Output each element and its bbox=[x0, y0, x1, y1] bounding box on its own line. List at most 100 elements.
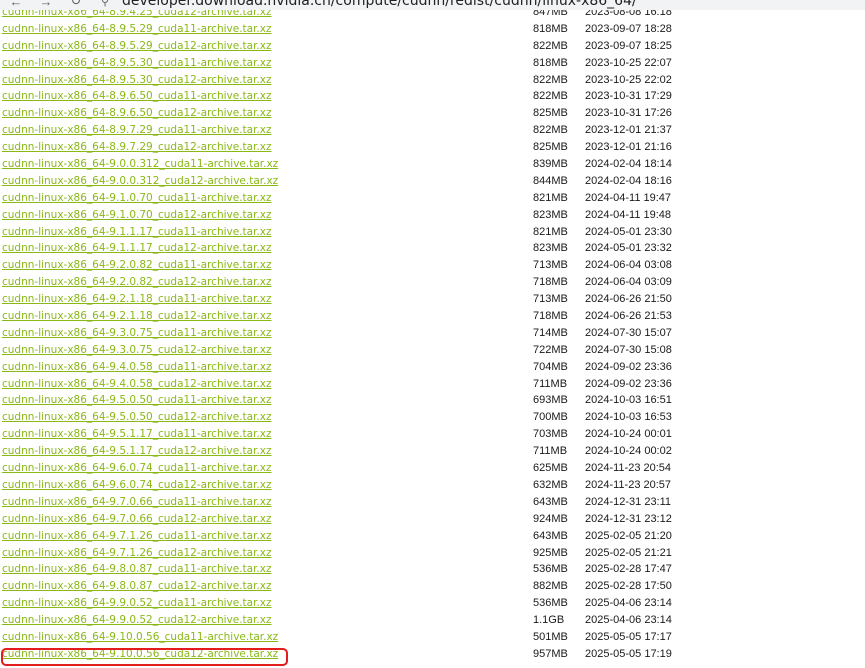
table-row: cudnn-linux-x86_64-9.4.0.58_cuda12-archi… bbox=[0, 376, 865, 393]
file-date: 2024-02-04 18:14 bbox=[585, 158, 672, 171]
table-row: cudnn-linux-x86_64-8.9.5.30_cuda12-archi… bbox=[0, 72, 865, 89]
file-link[interactable]: cudnn-linux-x86_64-9.5.1.17_cuda12-archi… bbox=[2, 443, 272, 460]
file-link[interactable]: cudnn-linux-x86_64-9.2.1.18_cuda11-archi… bbox=[2, 291, 272, 308]
file-link[interactable]: cudnn-linux-x86_64-9.7.0.66_cuda11-archi… bbox=[2, 494, 272, 511]
table-row: cudnn-linux-x86_64-8.9.5.30_cuda11-archi… bbox=[0, 55, 865, 72]
file-link[interactable]: cudnn-linux-x86_64-9.8.0.87_cuda11-archi… bbox=[2, 561, 272, 578]
file-date: 2025-05-05 17:19 bbox=[585, 647, 672, 660]
file-date: 2025-02-28 17:50 bbox=[585, 580, 672, 593]
file-link[interactable]: cudnn-linux-x86_64-8.9.7.29_cuda12-archi… bbox=[2, 139, 272, 156]
file-link[interactable]: cudnn-linux-x86_64-8.9.5.30_cuda12-archi… bbox=[2, 72, 272, 89]
file-link[interactable]: cudnn-linux-x86_64-9.5.0.50_cuda11-archi… bbox=[2, 392, 272, 409]
table-row: cudnn-linux-x86_64-9.6.0.74_cuda12-archi… bbox=[0, 477, 865, 494]
file-size: 711MB bbox=[533, 377, 568, 390]
file-date: 2023-10-25 22:07 bbox=[585, 56, 672, 69]
file-link[interactable]: cudnn-linux-x86_64-9.4.0.58_cuda12-archi… bbox=[2, 376, 272, 393]
file-size: 718MB bbox=[533, 276, 568, 289]
file-link[interactable]: cudnn-linux-x86_64-9.0.0.312_cuda12-arch… bbox=[2, 173, 278, 190]
table-row: cudnn-linux-x86_64-9.5.0.50_cuda12-archi… bbox=[0, 409, 865, 426]
file-size: 501MB bbox=[533, 630, 568, 643]
file-link[interactable]: cudnn-linux-x86_64-9.5.1.17_cuda11-archi… bbox=[2, 426, 272, 443]
file-size: 722MB bbox=[533, 343, 568, 356]
file-link[interactable]: cudnn-linux-x86_64-9.2.0.82_cuda11-archi… bbox=[2, 257, 272, 274]
file-link[interactable]: cudnn-linux-x86_64-9.8.0.87_cuda12-archi… bbox=[2, 578, 272, 595]
file-size: 713MB bbox=[533, 259, 568, 272]
file-link[interactable]: cudnn-linux-x86_64-9.9.0.52_cuda11-archi… bbox=[2, 595, 272, 612]
reload-icon[interactable]: ↻ bbox=[68, 0, 84, 9]
file-link[interactable]: cudnn-linux-x86_64-9.9.0.52_cuda12-archi… bbox=[2, 612, 272, 629]
file-size: 822MB bbox=[533, 124, 568, 137]
file-link[interactable]: cudnn-linux-x86_64-9.7.1.26_cuda12-archi… bbox=[2, 545, 272, 562]
table-row: cudnn-linux-x86_64-9.7.1.26_cuda12-archi… bbox=[0, 545, 865, 562]
file-size: 825MB bbox=[533, 141, 568, 154]
file-link[interactable]: cudnn-linux-x86_64-8.9.6.50_cuda12-archi… bbox=[2, 105, 272, 122]
table-row: cudnn-linux-x86_64-9.5.1.17_cuda12-archi… bbox=[0, 443, 865, 460]
file-date: 2025-04-06 23:14 bbox=[585, 597, 672, 610]
file-date: 2024-07-30 15:07 bbox=[585, 326, 672, 339]
file-date: 2024-10-24 00:02 bbox=[585, 445, 672, 458]
table-row: cudnn-linux-x86_64-9.2.1.18_cuda12-archi… bbox=[0, 308, 865, 325]
site-info-icon[interactable]: ⚲ bbox=[98, 0, 112, 8]
file-link[interactable]: cudnn-linux-x86_64-8.9.5.30_cuda11-archi… bbox=[2, 55, 272, 72]
file-size: 693MB bbox=[533, 394, 568, 407]
file-size: 713MB bbox=[533, 293, 568, 306]
file-link[interactable]: cudnn-linux-x86_64-9.10.0.56_cuda11-arch… bbox=[2, 629, 278, 646]
file-size: 536MB bbox=[533, 563, 568, 576]
file-size: 821MB bbox=[533, 225, 568, 238]
file-size: 822MB bbox=[533, 90, 568, 103]
file-link[interactable]: cudnn-linux-x86_64-9.0.0.312_cuda11-arch… bbox=[2, 156, 278, 173]
file-date: 2025-04-06 23:14 bbox=[585, 614, 672, 627]
file-link[interactable]: cudnn-linux-x86_64-9.7.1.26_cuda11-archi… bbox=[2, 528, 272, 545]
file-link[interactable]: cudnn-linux-x86_64-9.1.1.17_cuda11-archi… bbox=[2, 224, 272, 241]
file-size: 643MB bbox=[533, 529, 568, 542]
file-link[interactable]: cudnn-linux-x86_64-9.4.0.58_cuda11-archi… bbox=[2, 359, 272, 376]
directory-listing: cudnn-linux-x86_64-8.9.4.25_cuda12-archi… bbox=[0, 10, 865, 668]
file-link[interactable]: cudnn-linux-x86_64-9.1.1.17_cuda12-archi… bbox=[2, 240, 272, 257]
file-link[interactable]: cudnn-linux-x86_64-9.2.0.82_cuda12-archi… bbox=[2, 274, 272, 291]
file-date: 2024-06-04 03:09 bbox=[585, 276, 672, 289]
back-arrow-icon[interactable]: ← bbox=[8, 0, 24, 9]
file-size: 704MB bbox=[533, 360, 568, 373]
file-link[interactable]: cudnn-linux-x86_64-9.3.0.75_cuda12-archi… bbox=[2, 342, 272, 359]
file-link[interactable]: cudnn-linux-x86_64-8.9.5.29_cuda11-archi… bbox=[2, 21, 272, 38]
file-date: 2023-08-08 16:18 bbox=[585, 10, 672, 18]
browser-toolbar: ← → ↻ ⚲ developer.download.nvidia.cn/com… bbox=[0, 0, 865, 10]
file-size: 818MB bbox=[533, 56, 568, 69]
file-size: 825MB bbox=[533, 107, 568, 120]
file-link[interactable]: cudnn-linux-x86_64-9.1.0.70_cuda12-archi… bbox=[2, 207, 272, 224]
file-link[interactable]: cudnn-linux-x86_64-9.10.0.56_cuda12-arch… bbox=[2, 646, 278, 663]
file-link[interactable]: cudnn-linux-x86_64-9.6.0.74_cuda12-archi… bbox=[2, 477, 272, 494]
file-size: 957MB bbox=[533, 647, 568, 660]
address-bar-url[interactable]: developer.download.nvidia.cn/compute/cud… bbox=[122, 0, 637, 9]
file-link[interactable]: cudnn-linux-x86_64-9.1.0.70_cuda11-archi… bbox=[2, 190, 272, 207]
file-link[interactable]: cudnn-linux-x86_64-8.9.6.50_cuda11-archi… bbox=[2, 88, 272, 105]
file-link[interactable]: cudnn-linux-x86_64-9.6.0.74_cuda11-archi… bbox=[2, 460, 272, 477]
file-date: 2024-09-02 23:36 bbox=[585, 377, 672, 390]
file-date: 2023-09-07 18:25 bbox=[585, 39, 672, 52]
file-link[interactable]: cudnn-linux-x86_64-9.3.0.75_cuda11-archi… bbox=[2, 325, 272, 342]
file-size: 818MB bbox=[533, 22, 568, 35]
file-date: 2023-09-07 18:28 bbox=[585, 22, 672, 35]
file-date: 2025-02-28 17:47 bbox=[585, 563, 672, 576]
file-link[interactable]: cudnn-linux-x86_64-9.2.1.18_cuda12-archi… bbox=[2, 308, 272, 325]
file-size: 847MB bbox=[533, 10, 568, 18]
table-row: cudnn-linux-x86_64-9.1.0.70_cuda11-archi… bbox=[0, 190, 865, 207]
file-date: 2024-12-31 23:12 bbox=[585, 512, 672, 525]
file-size: 1.1GB bbox=[533, 614, 565, 627]
file-link[interactable]: cudnn-linux-x86_64-8.9.4.25_cuda12-archi… bbox=[2, 10, 272, 21]
table-row: cudnn-linux-x86_64-9.9.0.52_cuda12-archi… bbox=[0, 612, 865, 629]
file-link[interactable]: cudnn-linux-x86_64-9.7.0.66_cuda12-archi… bbox=[2, 511, 272, 528]
file-size: 703MB bbox=[533, 428, 568, 441]
table-row: cudnn-linux-x86_64-9.8.0.87_cuda12-archi… bbox=[0, 578, 865, 595]
forward-arrow-icon[interactable]: → bbox=[38, 0, 54, 9]
file-link[interactable]: cudnn-linux-x86_64-8.9.7.29_cuda11-archi… bbox=[2, 122, 272, 139]
table-row: cudnn-linux-x86_64-9.3.0.75_cuda11-archi… bbox=[0, 325, 865, 342]
file-link[interactable]: cudnn-linux-x86_64-8.9.5.29_cuda12-archi… bbox=[2, 38, 272, 55]
file-size: 822MB bbox=[533, 73, 568, 86]
file-size: 643MB bbox=[533, 495, 568, 508]
table-row: cudnn-linux-x86_64-8.9.7.29_cuda12-archi… bbox=[0, 139, 865, 156]
file-date: 2024-09-02 23:36 bbox=[585, 360, 672, 373]
table-row: cudnn-linux-x86_64-9.2.0.82_cuda12-archi… bbox=[0, 274, 865, 291]
file-size: 924MB bbox=[533, 512, 568, 525]
file-link[interactable]: cudnn-linux-x86_64-9.5.0.50_cuda12-archi… bbox=[2, 409, 272, 426]
